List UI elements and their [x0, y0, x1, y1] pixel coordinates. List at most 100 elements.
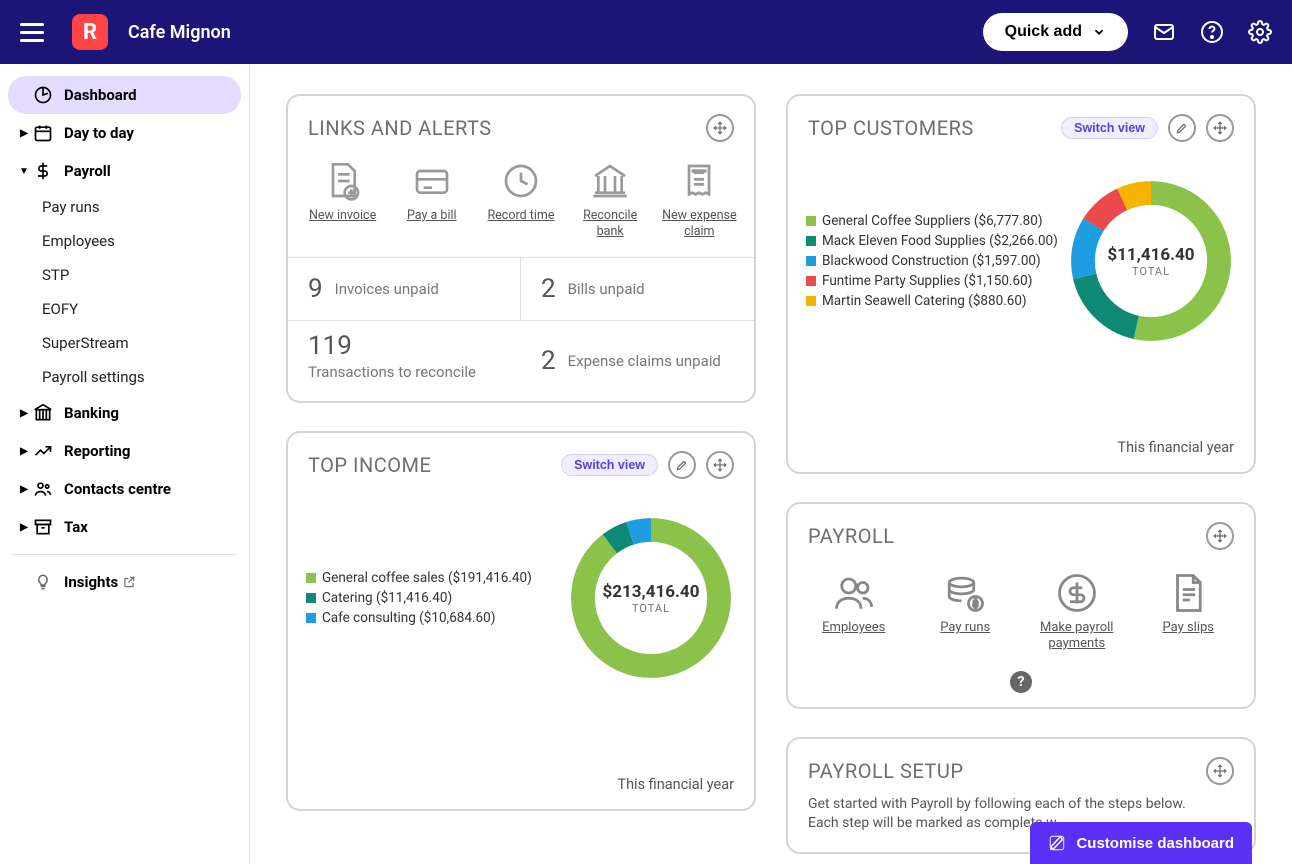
- legend-swatch: [806, 276, 816, 286]
- quick-link-record-time[interactable]: Record time: [480, 160, 562, 239]
- stat-caption: Transactions to reconcile: [308, 363, 501, 381]
- menu-toggle-icon[interactable]: [20, 20, 44, 44]
- help-under-payments-icon[interactable]: ?: [1010, 671, 1032, 693]
- customise-dashboard-label: Customise dashboard: [1076, 835, 1234, 852]
- dashboard-main: LINKS AND ALERTS New invoice: [250, 64, 1292, 864]
- payruns-icon: $: [944, 572, 986, 614]
- sidebar-subitem-stp[interactable]: STP: [8, 258, 241, 292]
- legend-swatch: [806, 296, 816, 306]
- payroll-link-employees[interactable]: Employees: [806, 572, 902, 653]
- settings-icon[interactable]: [1248, 20, 1272, 44]
- stat-number: 2: [541, 274, 556, 304]
- caret-right-icon: ▶: [16, 446, 32, 457]
- sidebar-item-insights[interactable]: Insights: [8, 563, 241, 601]
- sidebar-subitem-eofy[interactable]: EOFY: [8, 292, 241, 326]
- mail-icon[interactable]: [1152, 20, 1176, 44]
- legend-item: Martin Seawell Catering ($880.60): [806, 293, 1066, 309]
- quick-link-label: Record time: [487, 208, 554, 224]
- sidebar-item-label: Reporting: [64, 442, 131, 460]
- payroll-link-label: Employees: [822, 620, 885, 636]
- card-footer: This financial year: [788, 431, 1254, 472]
- move-card-icon[interactable]: [1206, 522, 1234, 550]
- legend-swatch: [306, 573, 316, 583]
- legend-label: General coffee sales ($191,416.40): [322, 570, 532, 586]
- sidebar-subitem-pay-runs[interactable]: Pay runs: [8, 190, 241, 224]
- caret-right-icon: ▶: [16, 408, 32, 419]
- lightbulb-icon: [32, 571, 54, 593]
- sidebar-subitem-employees[interactable]: Employees: [8, 224, 241, 258]
- quick-link-new-invoice[interactable]: New invoice: [302, 160, 384, 239]
- switch-view-button[interactable]: Switch view: [561, 454, 658, 476]
- receipt-icon: [678, 160, 720, 202]
- legend-item: Mack Eleven Food Supplies ($2,266.00): [806, 233, 1066, 249]
- stat-caption: Bills unpaid: [568, 280, 645, 298]
- legend-label: Blackwood Construction ($1,597.00): [822, 253, 1041, 269]
- donut-total-label: TOTAL: [1132, 265, 1170, 278]
- sidebar-subitem-payroll-settings[interactable]: Payroll settings: [8, 360, 241, 394]
- settings-card-icon[interactable]: [1168, 114, 1196, 142]
- sidebar-item-dashboard[interactable]: Dashboard: [8, 76, 241, 114]
- payroll-link-make-payments[interactable]: Make payroll payments: [1029, 572, 1125, 653]
- caret-right-icon: ▶: [16, 128, 32, 139]
- sidebar-item-label: Contacts centre: [64, 480, 171, 498]
- archive-icon: [32, 516, 54, 538]
- legend-swatch: [806, 216, 816, 226]
- dashboard-icon: [32, 84, 54, 106]
- help-icon[interactable]: [1200, 20, 1224, 44]
- nav-divider: [12, 554, 237, 555]
- card-title: PAYROLL: [808, 524, 895, 548]
- legend-item: General coffee sales ($191,416.40): [306, 570, 566, 586]
- sidebar-item-banking[interactable]: ▶ Banking: [8, 394, 241, 432]
- customise-dashboard-button[interactable]: Customise dashboard: [1030, 822, 1252, 864]
- caret-down-icon: ▼: [16, 166, 32, 177]
- stat-number: 9: [308, 274, 323, 304]
- legend-label: Catering ($11,416.40): [322, 590, 452, 606]
- quick-link-new-expense-claim[interactable]: New expense claim: [658, 160, 740, 239]
- legend-item: Funtime Party Supplies ($1,150.60): [806, 273, 1066, 289]
- switch-view-button[interactable]: Switch view: [1061, 117, 1158, 139]
- caret-right-icon: ▶: [16, 484, 32, 495]
- legend-label: Cafe consulting ($10,684.60): [322, 610, 495, 626]
- external-link-icon: [122, 575, 136, 589]
- legend-swatch: [806, 256, 816, 266]
- app-header: R Cafe Mignon Quick add: [0, 0, 1292, 64]
- card-top-income: TOP INCOME Switch view General coffee sa…: [286, 431, 756, 811]
- sidebar-item-reporting[interactable]: ▶ Reporting: [8, 432, 241, 470]
- svg-text:$: $: [973, 599, 978, 610]
- move-card-icon[interactable]: [1206, 757, 1234, 785]
- card-links-and-alerts: LINKS AND ALERTS New invoice: [286, 94, 756, 403]
- card-title: LINKS AND ALERTS: [308, 116, 492, 140]
- quick-link-reconcile-bank[interactable]: Reconcile bank: [569, 160, 651, 239]
- move-card-icon[interactable]: [706, 114, 734, 142]
- move-card-icon[interactable]: [1206, 114, 1234, 142]
- bank-icon: [32, 402, 54, 424]
- quick-add-button[interactable]: Quick add: [983, 13, 1128, 51]
- move-card-icon[interactable]: [706, 451, 734, 479]
- company-name: Cafe Mignon: [128, 22, 231, 43]
- settings-card-icon[interactable]: [668, 451, 696, 479]
- caret-right-icon: ▶: [16, 522, 32, 533]
- payroll-link-pay-slips[interactable]: Pay slips: [1140, 572, 1236, 653]
- legend-item: General Coffee Suppliers ($6,777.80): [806, 213, 1066, 229]
- legend-label: Martin Seawell Catering ($880.60): [822, 293, 1027, 309]
- stat-bills-unpaid[interactable]: 2 Bills unpaid: [521, 258, 754, 321]
- legend-swatch: [806, 236, 816, 246]
- sidebar-item-day-to-day[interactable]: ▶ Day to day: [8, 114, 241, 152]
- sidebar-item-payroll[interactable]: ▼ Payroll: [8, 152, 241, 190]
- employees-icon: [833, 572, 875, 614]
- quick-link-label: Reconcile bank: [569, 208, 651, 239]
- stat-expense-claims-unpaid[interactable]: 2 Expense claims unpaid: [521, 321, 754, 401]
- payroll-link-pay-runs[interactable]: $ Pay runs: [917, 572, 1013, 653]
- chart-icon: [32, 440, 54, 462]
- stat-invoices-unpaid[interactable]: 9 Invoices unpaid: [288, 258, 521, 321]
- payments-icon: [1056, 572, 1098, 614]
- sidebar-item-contacts-centre[interactable]: ▶ Contacts centre: [8, 470, 241, 508]
- quick-link-pay-a-bill[interactable]: Pay a bill: [391, 160, 473, 239]
- legend-item: Cafe consulting ($10,684.60): [306, 610, 566, 626]
- stat-transactions-to-reconcile[interactable]: 119 Transactions to reconcile: [288, 321, 521, 401]
- sidebar-item-tax[interactable]: ▶ Tax: [8, 508, 241, 546]
- payroll-setup-text-1: Get started with Payroll by following ea…: [808, 795, 1234, 815]
- calendar-icon: [32, 122, 54, 144]
- sidebar-subitem-superstream[interactable]: SuperStream: [8, 326, 241, 360]
- donut-chart: $213,416.40 TOTAL: [566, 513, 736, 683]
